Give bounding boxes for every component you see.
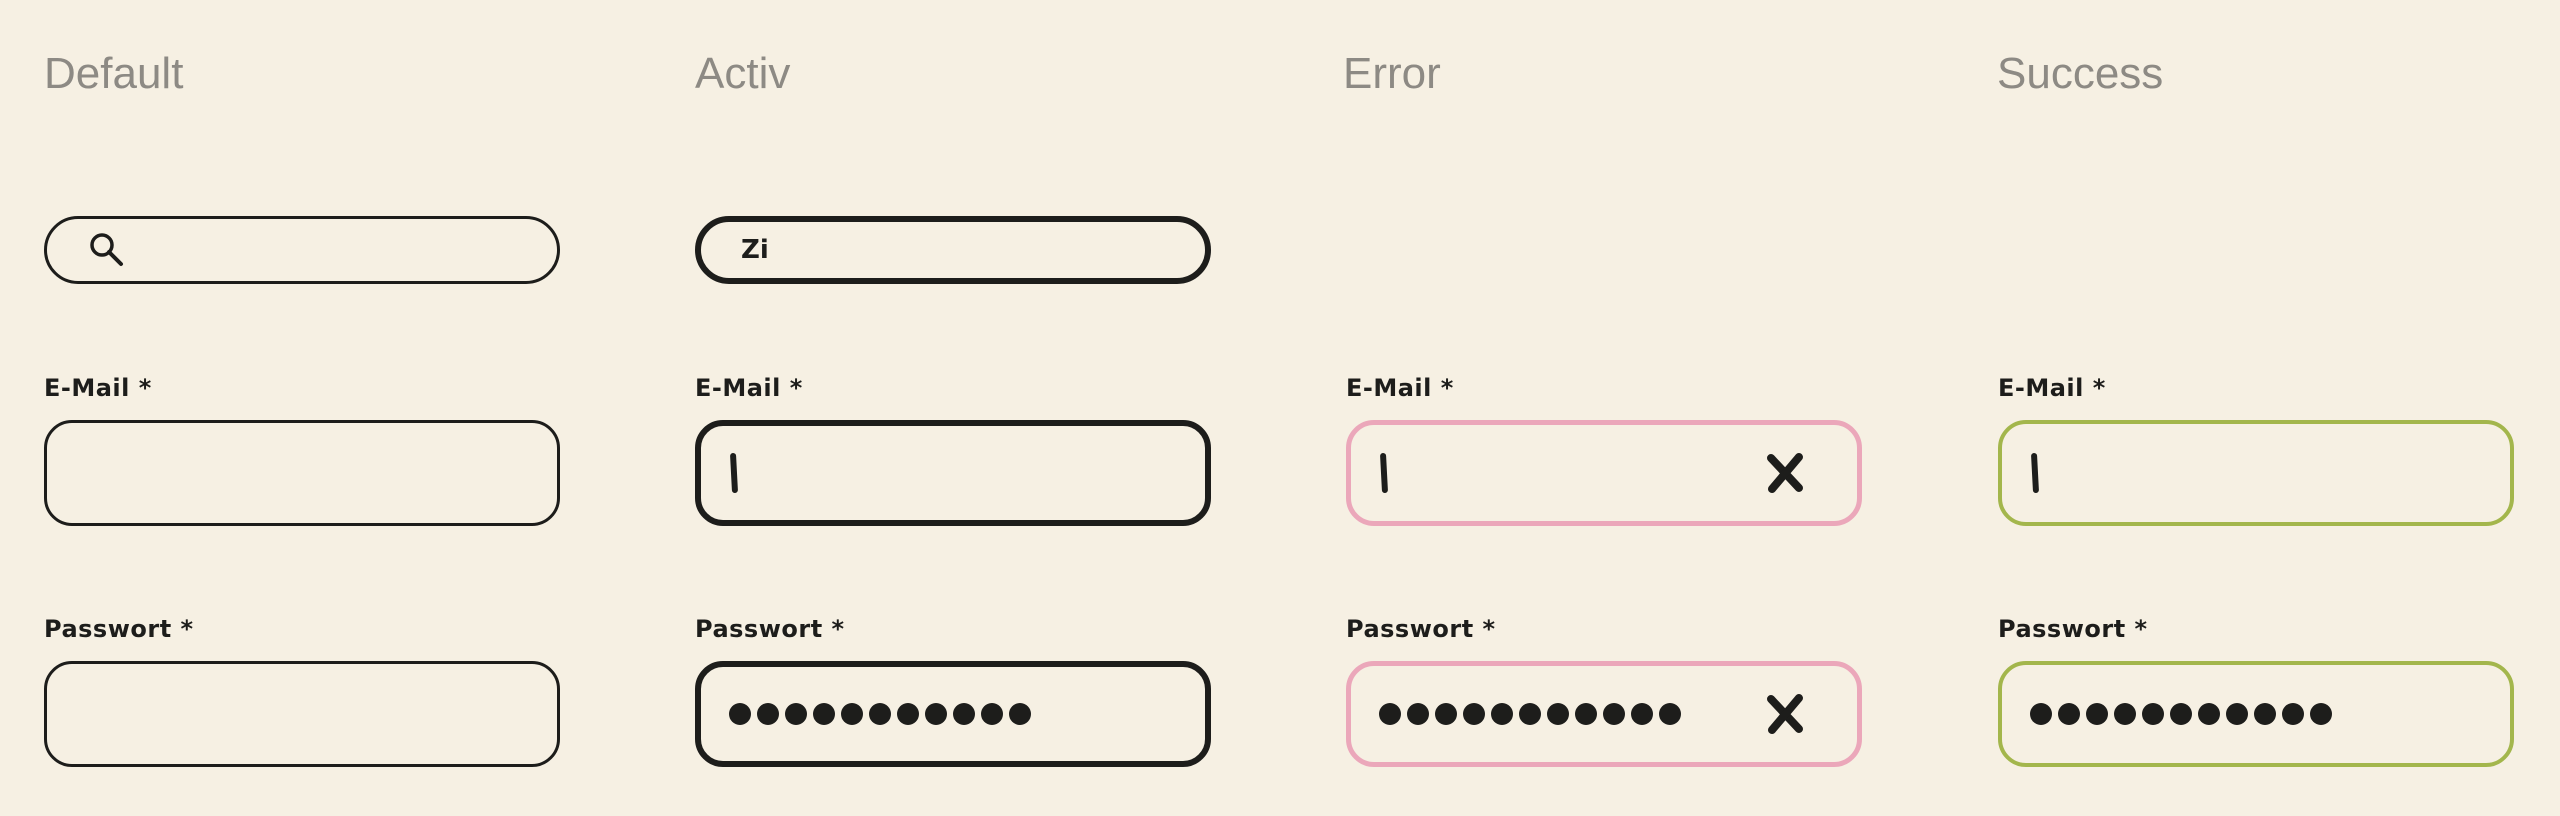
password-dot [1519, 703, 1541, 725]
password-dot [2058, 703, 2080, 725]
password-dot [2170, 703, 2192, 725]
password-field-error[interactable] [1346, 661, 1862, 767]
search-input-active[interactable]: Zi [695, 216, 1211, 284]
search-input-value: Zi [741, 235, 769, 265]
text-caret [2030, 452, 2040, 494]
search-input-default[interactable] [44, 216, 560, 284]
password-label-error: Passwort * [1346, 615, 1496, 643]
password-dot [841, 703, 863, 725]
email-field-default[interactable] [44, 420, 560, 526]
password-mask [2030, 703, 2332, 725]
password-dot [2030, 703, 2052, 725]
password-dot [2086, 703, 2108, 725]
password-dot [981, 703, 1003, 725]
password-dot [1575, 703, 1597, 725]
email-label-default: E-Mail * [44, 374, 152, 402]
password-dot [2254, 703, 2276, 725]
password-dot [897, 703, 919, 725]
column-title-success: Success [1997, 49, 2164, 98]
password-dot [2282, 703, 2304, 725]
close-icon[interactable] [1763, 692, 1807, 736]
email-field-error[interactable] [1346, 420, 1862, 526]
text-caret [729, 452, 739, 494]
password-dot [1603, 703, 1625, 725]
password-dot [2114, 703, 2136, 725]
password-label-success: Passwort * [1998, 615, 2148, 643]
password-dot [2198, 703, 2220, 725]
password-dot [2142, 703, 2164, 725]
password-dot [1631, 703, 1653, 725]
password-dot [1435, 703, 1457, 725]
password-dot [729, 703, 751, 725]
password-dot [1659, 703, 1681, 725]
email-label-success: E-Mail * [1998, 374, 2106, 402]
password-dot [2310, 703, 2332, 725]
password-dot [757, 703, 779, 725]
password-label-active: Passwort * [695, 615, 845, 643]
password-dot [813, 703, 835, 725]
password-dot [869, 703, 891, 725]
password-dot [1009, 703, 1031, 725]
search-icon [87, 230, 127, 270]
password-dot [1463, 703, 1485, 725]
column-title-error: Error [1343, 49, 1441, 98]
password-mask [729, 703, 1031, 725]
text-caret [1379, 452, 1389, 494]
password-dot [1547, 703, 1569, 725]
password-field-active[interactable] [695, 661, 1211, 767]
password-mask [1379, 703, 1681, 725]
column-title-default: Default [44, 49, 184, 98]
password-label-default: Passwort * [44, 615, 194, 643]
email-field-success[interactable] [1998, 420, 2514, 526]
password-dot [953, 703, 975, 725]
password-field-default[interactable] [44, 661, 560, 767]
password-dot [1491, 703, 1513, 725]
password-dot [785, 703, 807, 725]
password-dot [925, 703, 947, 725]
email-label-active: E-Mail * [695, 374, 803, 402]
password-field-success[interactable] [1998, 661, 2514, 767]
close-icon[interactable] [1763, 451, 1807, 495]
password-dot [2226, 703, 2248, 725]
email-field-active[interactable] [695, 420, 1211, 526]
password-dot [1379, 703, 1401, 725]
password-dot [1407, 703, 1429, 725]
email-label-error: E-Mail * [1346, 374, 1454, 402]
column-title-active: Activ [695, 49, 791, 98]
